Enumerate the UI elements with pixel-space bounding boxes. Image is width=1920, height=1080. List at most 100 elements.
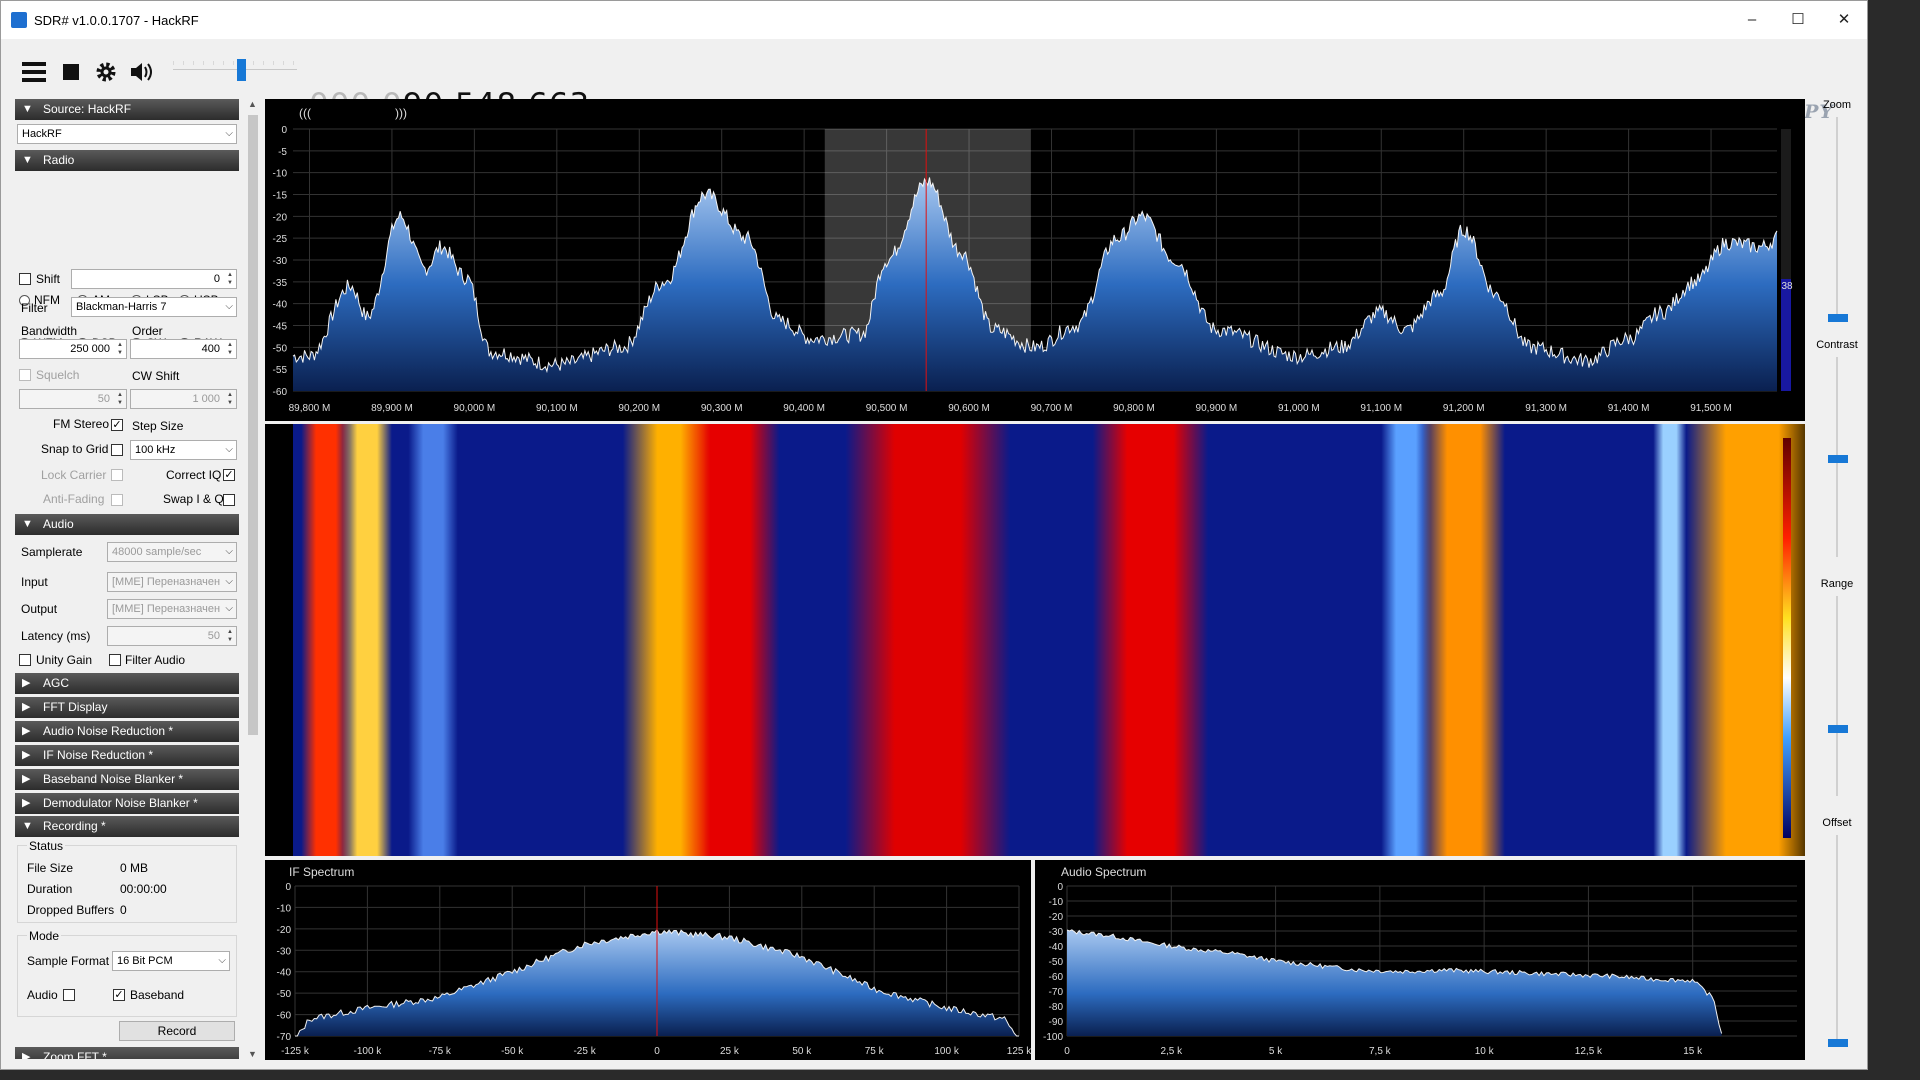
collapsed-panel-label: Audio Noise Reduction * [43,724,174,738]
correct-iq-checkbox[interactable]: ✓ [223,469,235,481]
collapsed-panel-label: IF Noise Reduction * [43,748,154,762]
collapsed-panel-header[interactable]: ▶ AGC [15,673,239,694]
source-panel-header[interactable]: ▼ Source: HackRF [15,99,239,120]
baseband-checkbox[interactable]: ✓ [113,989,125,1001]
source-device-select[interactable]: HackRF ⌵ [17,124,237,144]
minimize-button[interactable]: – [1729,1,1775,39]
if-spectrum-x-tick: 50 k [792,1046,812,1057]
spectrum-trace [292,177,1778,374]
stop-icon[interactable] [58,59,84,85]
spectrum-plot[interactable]: ((())) 0 -5 -10 -15 -20 -25 -30 -35 -40 -45 -50 -55 -… [265,99,1805,421]
unity-gain-checkbox[interactable] [19,654,31,666]
shift-checkbox[interactable] [19,273,31,285]
spectrum-x-tick: 90,600 M [948,403,990,414]
collapsed-panel-header[interactable]: ▶ Baseband Noise Blanker * [15,769,239,790]
shift-input[interactable]: 0 ▲ ▼ [71,269,237,289]
if-spectrum-panel[interactable]: IF Spectrum 0 -10 -20 -30 -40 -50 -60 -70 -125 k -… [265,860,1033,1060]
volume-slider-track[interactable] [173,61,297,75]
if-spectrum-x-tick: -25 k [573,1046,596,1057]
sample-format-select[interactable]: 16 Bit PCM ⌵ [112,951,230,971]
anti-fading-checkbox[interactable] [111,494,123,506]
collapsed-panel-header[interactable]: ▶ Demodulator Noise Blanker * [15,793,239,814]
collapsed-panel-header[interactable]: ▶ FFT Display [15,697,239,718]
correct-iq-label: Correct IQ [166,468,222,482]
menu-icon[interactable] [21,59,47,85]
collapsed-panel-header[interactable]: ▶ Audio Noise Reduction * [15,721,239,742]
if-spectrum-y-tick: -50 [277,989,292,1000]
if-spectrum-y-tick: -20 [277,925,292,936]
record-button[interactable]: Record [119,1021,235,1041]
offset-slider[interactable] [1836,835,1838,1045]
spectrum-x-tick: 91,400 M [1608,403,1650,414]
samplerate-value: 48000 sample/sec [112,546,202,558]
audio-input-select[interactable]: [MME] Переназначен ⌵ [107,572,237,592]
close-button[interactable]: ✕ [1821,1,1867,39]
audio-spectrum-plot[interactable]: Audio Spectrum 0 -10 -20 -30 -40 -50 -60 -70 -80 -… [1035,860,1805,1060]
latency-input[interactable]: 50 ▲ ▼ [107,626,237,646]
spinner-icon[interactable]: ▲ ▼ [225,341,235,357]
gear-icon[interactable] [93,59,119,85]
range-slider[interactable] [1836,596,1838,796]
bandwidth-label: Bandwidth [21,324,78,338]
scroll-up-icon[interactable]: ▲ [248,99,257,109]
spectrum-scale-value: 38 [1781,281,1793,292]
collapsed-arrow-icon: ▶ [22,677,31,689]
scroll-down-icon[interactable]: ▼ [248,1049,257,1059]
swap-iq-checkbox[interactable] [223,494,235,506]
offset-slider-thumb[interactable] [1828,1039,1848,1047]
audio-panel-header[interactable]: ▼ Audio [15,514,239,535]
if-spectrum-x-tick: 125 k [1007,1046,1031,1057]
filter-select[interactable]: Blackman-Harris 7 ⌵ [71,297,237,317]
snap-to-grid-checkbox[interactable] [111,444,123,456]
fm-stereo-checkbox[interactable]: ✓ [111,419,123,431]
spinner-icon[interactable]: ▲ ▼ [115,341,125,357]
sample-format-label: Sample Format [27,954,110,968]
spectrum-x-tick: 90,000 M [454,403,496,414]
spinner-icon[interactable]: ▲ ▼ [225,271,235,287]
spectrum-y-tick: -15 [273,191,288,202]
bandwidth-value: 250 000 [70,343,110,355]
zoom-fft-panel-header[interactable]: ▶ Zoom FFT * [15,1047,239,1059]
control-panel-scrollbar[interactable]: ▲ ▼ [246,99,260,1059]
spinner-icon[interactable]: ▲ ▼ [225,628,235,644]
expanded-arrow-icon: ▼ [22,103,33,115]
squelch-input[interactable]: 50 ▲ ▼ [19,389,127,409]
spectrum-x-tick: 89,800 M [289,403,331,414]
maximize-button[interactable]: ☐ [1775,1,1821,39]
range-label: Range [1820,578,1854,590]
waterfall-plot[interactable] [265,424,1819,856]
zoom-slider-thumb[interactable] [1828,314,1848,322]
filter-audio-label: Filter Audio [125,653,186,667]
audio-spectrum-panel[interactable]: Audio Spectrum 0 -10 -20 -30 -40 -50 -60 -70 -80 -… [1035,860,1805,1060]
waterfall-display[interactable] [265,424,1819,856]
audio-spectrum-y-tick: -40 [1049,942,1064,953]
cwshift-input[interactable]: 1 000 ▲ ▼ [130,389,237,409]
spinner-icon[interactable]: ▲ ▼ [115,391,125,407]
zoom-slider[interactable] [1836,117,1838,317]
spectrum-y-tick: -55 [273,365,288,376]
spinner-icon[interactable]: ▲ ▼ [225,391,235,407]
squelch-checkbox[interactable] [19,369,31,381]
if-spectrum-plot[interactable]: IF Spectrum 0 -10 -20 -30 -40 -50 -60 -70 -125 k -… [265,860,1033,1060]
volume-slider-thumb[interactable] [237,59,247,81]
scrollbar-thumb[interactable] [248,115,258,735]
anti-fading-label: Anti-Fading [43,492,105,506]
samplerate-select[interactable]: 48000 sample/sec ⌵ [107,542,237,562]
order-input[interactable]: 400 ▲ ▼ [130,339,237,359]
bandwidth-input[interactable]: 250 000 ▲ ▼ [19,339,127,359]
zoom-fft-header-label: Zoom FFT * [43,1050,107,1059]
recording-panel-header[interactable]: ▼ Recording * [15,816,239,837]
range-slider-thumb[interactable] [1828,725,1848,733]
contrast-slider-thumb[interactable] [1828,455,1848,463]
step-size-select[interactable]: 100 kHz ⌵ [130,440,237,460]
lock-carrier-checkbox[interactable] [111,469,123,481]
speaker-icon[interactable] [129,59,155,85]
collapsed-arrow-icon: ▶ [22,701,31,713]
collapsed-panel-header[interactable]: ▶ IF Noise Reduction * [15,745,239,766]
radio-panel-header[interactable]: ▼ Radio [15,150,239,171]
audio-output-select[interactable]: [MME] Переназначен ⌵ [107,599,237,619]
audio-record-checkbox[interactable] [63,989,75,1001]
fft-spectrum-analyzer[interactable]: ((())) 0 -5 -10 -15 -20 -25 -30 -35 -40 -45 -50 -55 -… [265,99,1805,421]
filter-audio-checkbox[interactable] [109,654,121,666]
audio-record-label: Audio [27,988,58,1002]
